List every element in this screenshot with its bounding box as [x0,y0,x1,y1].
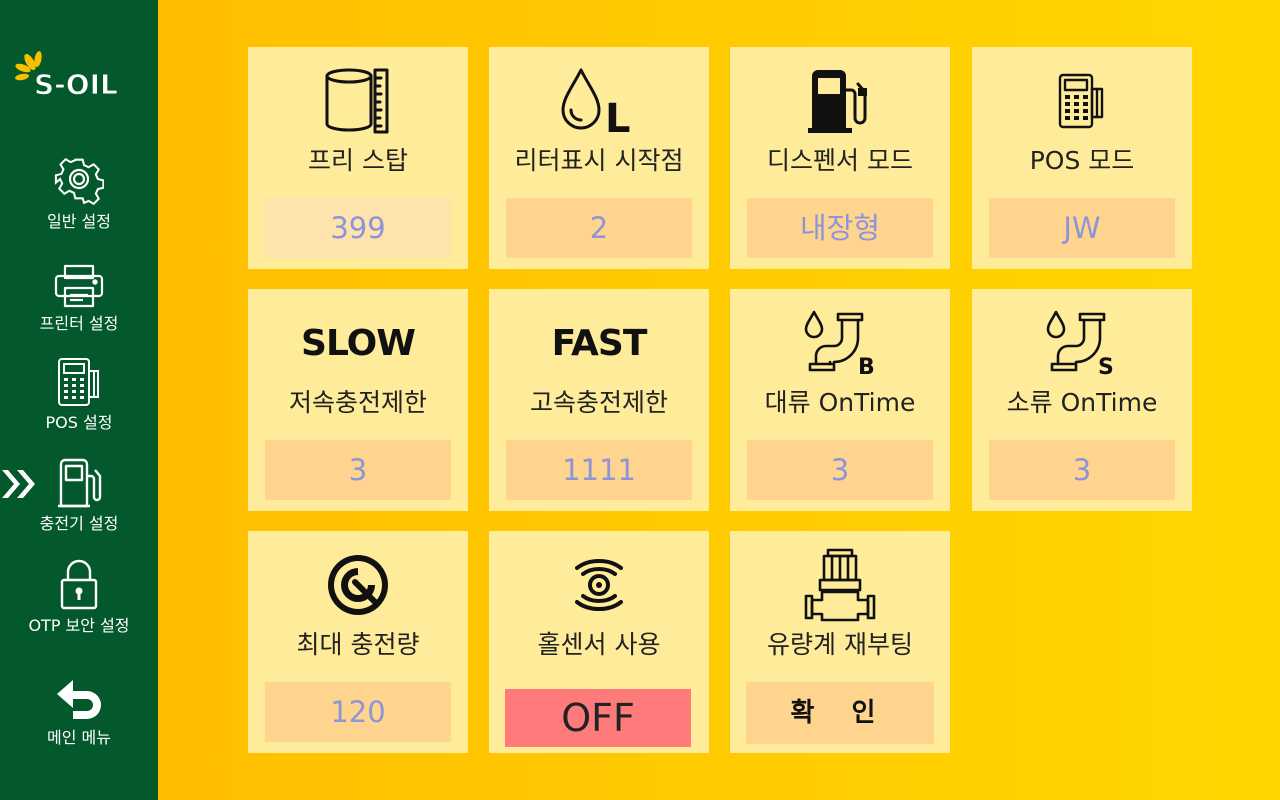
card-max-charge-amount[interactable]: 최대 충전량 120 [248,531,468,753]
slow-charge-limit-value-field[interactable]: 3 [265,440,451,500]
flow-meter-reboot-confirm-button[interactable]: 확 인 [746,682,934,744]
liter-display-start-value-field[interactable]: 2 [506,198,692,258]
fast-label: FAST [551,322,648,364]
card-pos-mode[interactable]: POS 모드 JW [972,47,1192,269]
card-title: 디스펜서 모드 [767,146,913,175]
card-large-flow-ontime[interactable]: B 대류 OnTime 3 [730,289,950,511]
liter-letter: L [605,96,631,136]
gauge-dial-icon [328,555,388,615]
logo-text: S-OIL [34,68,118,100]
card-title: 리터표시 시작점 [514,146,684,175]
card-title: 유량계 재부팅 [767,630,913,659]
lock-icon [60,559,98,610]
flow-meter-icon [804,548,876,622]
card-liter-display-start[interactable]: L 리터표시 시작점 2 [489,47,709,269]
card-title: 프리 스탑 [308,146,408,175]
card-title: 최대 충전량 [296,630,420,659]
sidebar-item-otp-security-settings[interactable]: OTP 보안 설정 [0,558,158,636]
card-title: 소류 OnTime [1006,388,1158,417]
card-title: 홀센서 사용 [537,630,661,659]
sidebar-item-label: 충전기 설정 [39,514,119,533]
sensor-wave-icon [575,559,623,611]
pipe-letter: B [858,355,875,378]
card-title: POS 모드 [1029,146,1135,175]
fast-charge-limit-value-field[interactable]: 1111 [506,440,692,500]
card-title: 저속충전제한 [288,388,427,417]
card-fast-charge-limit[interactable]: FAST 고속충전제한 1111 [489,289,709,511]
sidebar-item-main-menu[interactable]: 메인 메뉴 [0,676,158,748]
s-oil-logo: S-OIL [14,48,140,100]
dispenser-mode-value-field[interactable]: 내장형 [747,198,933,258]
small-flow-ontime-value-field[interactable]: 3 [989,440,1175,500]
card-hall-sensor-use[interactable]: 홀센서 사용 OFF [489,531,709,753]
pos-mode-value-field[interactable]: JW [989,198,1175,258]
sidebar-item-label: 메인 메뉴 [47,728,111,747]
pipe-letter: S [1098,355,1114,378]
pipe-drop-icon: B [804,310,875,378]
sidebar-item-label: 일반 설정 [47,212,111,231]
card-dispenser-mode[interactable]: 디스펜서 모드 내장형 [730,47,950,269]
sidebar-item-charger-settings[interactable]: 충전기 설정 [0,458,158,534]
card-slow-charge-limit[interactable]: SLOW 저속충전제한 3 [248,289,468,511]
drop-liter-icon: L [561,68,631,136]
large-flow-ontime-value-field[interactable]: 3 [747,440,933,500]
max-charge-amount-value-field[interactable]: 120 [265,682,451,742]
fuel-pump-icon [58,458,102,508]
card-small-flow-ontime[interactable]: S 소류 OnTime 3 [972,289,1192,511]
hall-sensor-toggle[interactable]: OFF [505,689,691,747]
back-arrow-icon [57,680,101,719]
card-flow-meter-reboot[interactable]: 유량계 재부팅 확 인 [730,531,950,753]
pos-terminal-icon [58,358,99,406]
pos-terminal-icon [1058,73,1104,129]
card-free-stop[interactable]: 프리 스탑 399 [248,47,468,269]
sidebar-item-label: 프린터 설정 [39,314,119,333]
printer-icon [54,264,104,308]
gear-icon [54,157,104,206]
sidebar: S-OIL 일반 설정 프린터 설정 POS 설정 충전기 설정 OTP 보안 … [0,0,158,800]
sidebar-item-label: OTP 보안 설정 [28,616,130,635]
pipe-drop-icon: S [1046,310,1114,378]
sidebar-item-label: POS 설정 [45,413,113,432]
card-title: 고속충전제한 [529,388,668,417]
fuel-pump-icon [808,70,867,133]
free-stop-value-field[interactable]: 399 [265,198,451,258]
sidebar-item-general-settings[interactable]: 일반 설정 [0,156,158,232]
tank-gauge-icon [325,68,389,134]
card-title: 대류 OnTime [764,388,916,417]
sidebar-item-printer-settings[interactable]: 프린터 설정 [0,264,158,334]
slow-label: SLOW [301,322,416,364]
sidebar-item-pos-settings[interactable]: POS 설정 [0,357,158,433]
